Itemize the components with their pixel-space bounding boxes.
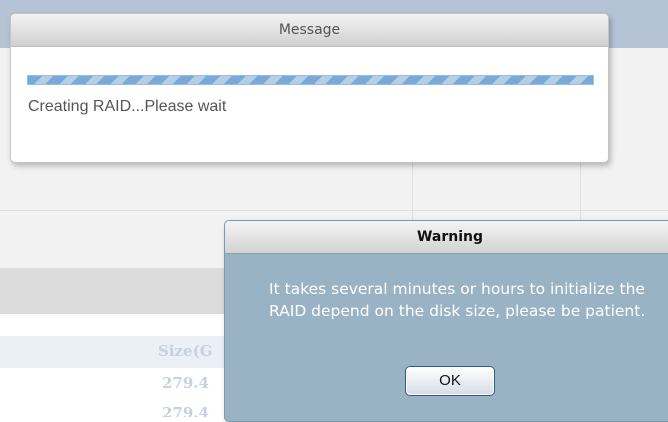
table-column-header: Size(G — [158, 342, 213, 360]
ok-button[interactable]: OK — [405, 366, 495, 396]
message-dialog-title: Message — [11, 14, 608, 47]
message-dialog: Message Creating RAID...Please wait — [10, 13, 609, 163]
background-divider — [0, 210, 668, 211]
table-cell: 279.4 — [162, 374, 209, 392]
progress-bar — [27, 75, 594, 85]
progress-status-text: Creating RAID...Please wait — [28, 98, 227, 115]
warning-message: It takes several minutes or hours to ini… — [269, 280, 646, 320]
warning-dialog-title: Warning — [225, 221, 668, 254]
table-cell: 279.4 — [162, 404, 209, 417]
warning-dialog: Warning It takes several minutes or hour… — [224, 220, 668, 422]
